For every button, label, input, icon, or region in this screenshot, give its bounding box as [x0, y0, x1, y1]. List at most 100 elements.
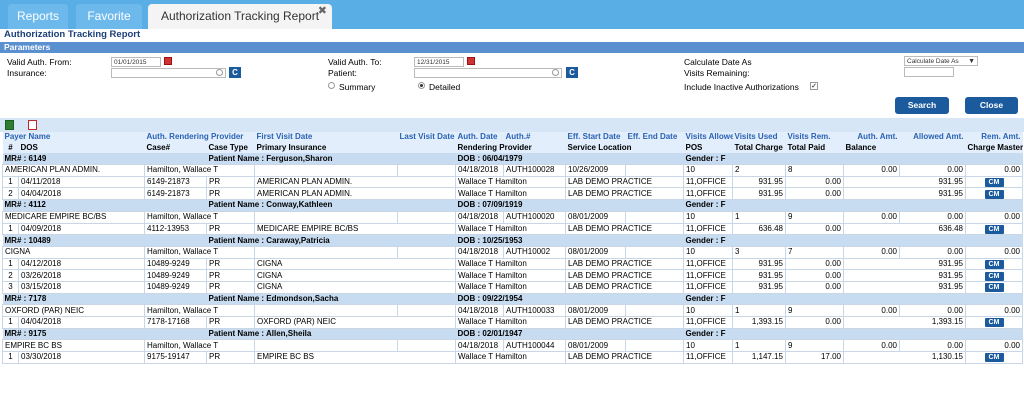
payer-name: EMPIRE BC BS [2, 339, 145, 353]
rendering-provider: Wallace T Hamilton [455, 222, 566, 236]
eff-start-date: 08/01/2009 [565, 304, 626, 317]
row-number: 1 [2, 316, 19, 329]
charge-master-button[interactable]: CM [984, 283, 1004, 293]
last-visit-date [397, 339, 456, 353]
remaining-amount: 0.00 [965, 339, 1023, 353]
pos: 11,OFFICE [683, 222, 733, 236]
visits-remaining: 9 [785, 210, 844, 224]
tab-favorite[interactable]: Favorite [76, 4, 142, 29]
patient-gender: Gender : F [683, 328, 1023, 340]
charge-master-button[interactable]: CM [984, 189, 1004, 199]
total-paid: 0.00 [785, 222, 844, 236]
valid-to-input[interactable]: 12/31/2015 [414, 57, 464, 67]
first-visit-date [254, 245, 398, 259]
tab-reports[interactable]: Reports [8, 4, 68, 29]
header-auth-date: Auth. Date [455, 132, 504, 143]
insurance-label: Insurance: [7, 68, 47, 78]
patient-clear-button[interactable]: C [566, 67, 578, 78]
dos: 03/26/2018 [18, 269, 145, 282]
patient-input[interactable] [414, 68, 562, 78]
auth-amount: 0.00 [843, 245, 900, 259]
pos: 11,OFFICE [683, 316, 733, 329]
row-number: 2 [2, 269, 19, 282]
auth-amount: 0.00 [843, 210, 900, 224]
rendering-provider: Wallace T Hamilton [455, 351, 566, 364]
auth-number: AUTH10002 [503, 245, 566, 259]
payer-name: AMERICAN PLAN ADMIN. [2, 164, 145, 177]
visit-detail-row: 1 04/11/2018 6149-21873 PR AMERICAN PLAN ADM… [2, 175, 1023, 189]
auth-rendering-provider: Hamilton, Wallace T [144, 210, 255, 224]
case-number: 10489-9249 [144, 257, 207, 271]
visits-remaining: 7 [785, 245, 844, 259]
patient-lookup-icon[interactable] [552, 69, 559, 76]
patient-header-row: MR# : 6149 Patient Name : Ferguson,Sharon… [2, 153, 1023, 165]
remaining-amount: 0.00 [965, 210, 1023, 224]
charge-master-button[interactable]: CM [984, 224, 1004, 234]
charge-master-button[interactable]: CM [984, 259, 1004, 269]
calc-date-select[interactable]: Calculate Date As ▼ [904, 56, 978, 66]
case-type: PR [206, 222, 255, 236]
visits-used: 3 [732, 245, 786, 259]
calendar-icon[interactable] [467, 57, 475, 65]
visits-remaining-label: Visits Remaining: [684, 68, 750, 78]
valid-from-input[interactable]: 01/01/2015 [111, 57, 161, 67]
charge-master-button[interactable]: CM [984, 353, 1004, 363]
auth-rendering-provider: Hamilton, Wallace T [144, 245, 255, 259]
total-paid: 0.00 [785, 280, 844, 294]
close-tab-icon[interactable]: ✖ [318, 0, 327, 23]
patient-label: Patient: [328, 68, 357, 78]
close-button[interactable]: Close [965, 97, 1018, 114]
charge-master-button[interactable]: CM [984, 318, 1004, 328]
report-table: Payer Name Auth. Rendering Provider First … [2, 132, 1023, 364]
patient-name: Patient Name : Allen,Sheila [206, 328, 456, 340]
insurance-lookup-icon[interactable] [216, 69, 223, 76]
search-button[interactable]: Search [895, 97, 949, 114]
balance: 636.48 [843, 222, 966, 236]
excel-export-icon[interactable] [5, 120, 14, 130]
total-charge: 931.95 [732, 269, 786, 282]
header-visits-used: Visits Used [732, 132, 786, 143]
row-number: 1 [2, 351, 19, 364]
auth-date: 04/18/2018 [455, 339, 504, 353]
charge-master-button[interactable]: CM [984, 271, 1004, 281]
eff-start-date: 08/01/2009 [565, 245, 626, 259]
auth-date: 04/18/2018 [455, 210, 504, 224]
dos: 03/15/2018 [18, 280, 145, 294]
visits-allowed: 10 [683, 304, 733, 317]
case-type: PR [206, 175, 255, 189]
mr-number: MR# : 9175 [2, 328, 207, 340]
visit-detail-row: 1 04/09/2018 4112-13953 PR MEDICARE EMPIRE B… [2, 222, 1023, 236]
page-title: Authorization Tracking Report [0, 29, 1024, 42]
total-charge: 1,147.15 [732, 351, 786, 364]
rendering-provider: Wallace T Hamilton [455, 257, 566, 271]
auth-rendering-provider: Hamilton, Wallace T [144, 304, 255, 317]
header-eff-end-date: Eff. End Date [625, 132, 684, 143]
visits-allowed: 10 [683, 339, 733, 353]
primary-insurance: MEDICARE EMPIRE BC/BS [254, 222, 456, 236]
primary-insurance: AMERICAN PLAN ADMIN. [254, 175, 456, 189]
charge-master-button[interactable]: CM [984, 178, 1004, 187]
visit-detail-row: 1 04/04/2018 7178-17168 PR OXFORD (PAR) NEIC… [2, 316, 1023, 329]
insurance-clear-button[interactable]: C [229, 67, 241, 78]
header-case-no: Case# [144, 142, 207, 154]
auth-number: AUTH100020 [503, 210, 566, 224]
dos: 04/09/2018 [18, 222, 145, 236]
first-visit-date [254, 164, 398, 177]
visits-remaining-input[interactable] [904, 67, 954, 77]
calendar-icon[interactable] [164, 57, 172, 65]
mr-number: MR# : 10489 [2, 234, 207, 247]
auth-number: AUTH100044 [503, 339, 566, 353]
auth-date: 04/18/2018 [455, 304, 504, 317]
insurance-input[interactable] [111, 68, 226, 78]
detailed-radio[interactable] [418, 82, 425, 89]
dos: 04/11/2018 [18, 175, 145, 189]
tab-bar: Reports Favorite Authorization Tracking … [0, 0, 1024, 29]
summary-radio[interactable] [328, 82, 335, 89]
include-inactive-checkbox[interactable]: ✓ [810, 82, 818, 90]
pdf-export-icon[interactable] [28, 120, 37, 130]
case-type: PR [206, 316, 255, 329]
primary-insurance: AMERICAN PLAN ADMIN. [254, 187, 456, 201]
visits-used: 1 [732, 210, 786, 224]
tab-label: Authorization Tracking Report [160, 9, 320, 23]
tab-authorization-tracking-report[interactable]: Authorization Tracking Report ✖ [148, 4, 332, 29]
